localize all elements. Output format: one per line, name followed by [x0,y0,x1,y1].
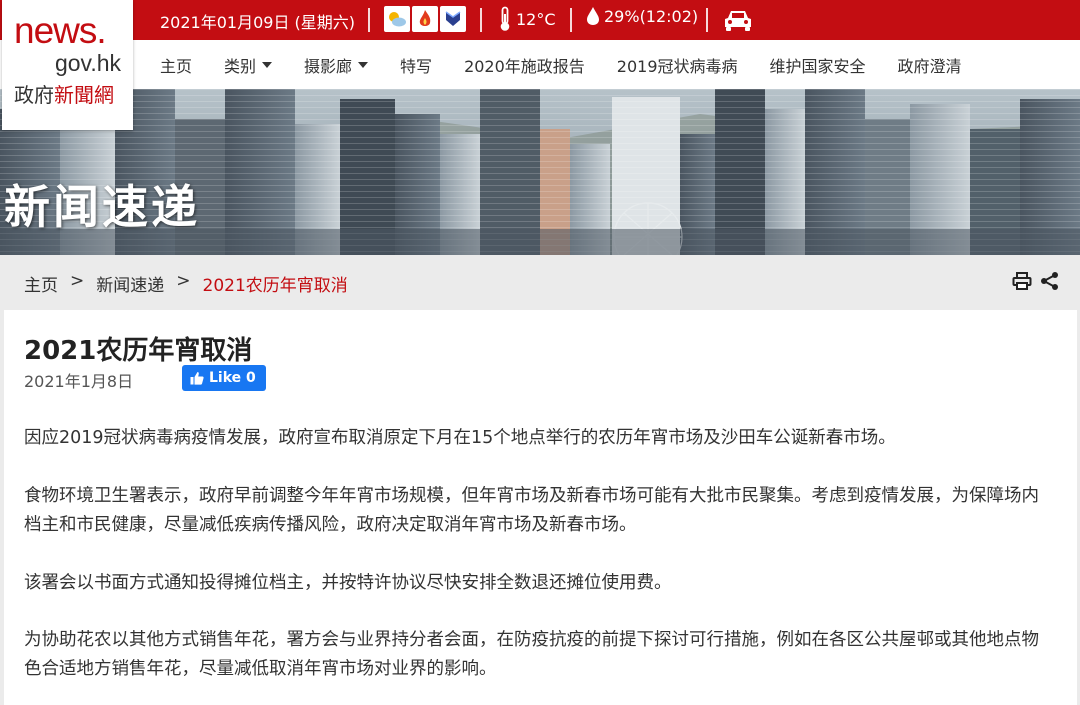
sunny-cloud-icon[interactable] [384,6,410,32]
breadcrumb-home[interactable]: 主页 [24,271,58,296]
divider [480,8,482,32]
nav-item-categories[interactable]: 类别 [224,53,273,77]
article-paragraph: 因应2019冠状病毒病疫情发展，政府宣布取消原定下月在15个地点举行的农历年宵市… [24,428,896,448]
humidity-reading[interactable]: 29%(12:02) [586,6,698,26]
nav-label: 摄影廊 [304,56,353,76]
divider [570,8,572,32]
logo-chinese: 政府新聞網 [14,82,114,108]
article-paragraph: 该署会以书面方式通知投得摊位档主，并按特许协议尽快安排全数退还摊位使用费。 [24,573,672,593]
nav-item-national-security[interactable]: 维护国家安全 [770,53,866,77]
content-area: 主页 > 新闻速递 > 2021农历年宵取消 2021农历年宵取消 2021年1… [0,255,1080,705]
breadcrumb-separator: > [176,271,191,291]
article-paragraph: 食物环境卫生署表示，政府早前调整今年年宵市场规模，但年宵市场及新春市场可能有大批… [24,486,1039,535]
water-drop-icon [587,7,599,25]
nav-label: 类别 [224,56,257,76]
divider [368,8,370,32]
nav-label: 2020年施政报告 [464,56,585,76]
temperature-reading[interactable]: 12°C [498,6,556,32]
main-navigation: 主页 类别 摄影廊 特写 2020年施政报告 2019冠状病毒病 维护国家安全 … [0,40,1080,89]
weather-warnings [384,6,466,32]
logo-chinese-a: 政府 [14,83,54,107]
breadcrumb-separator: > [70,271,85,291]
share-icon[interactable] [1040,271,1060,291]
banner-title: 新闻速递 [4,180,200,234]
nav-item-covid[interactable]: 2019冠状病毒病 [617,53,738,77]
chevron-down-icon [262,61,273,68]
monsoon-icon[interactable] [440,6,466,32]
thermometer-icon [500,6,510,31]
chevron-down-icon [358,61,369,68]
fire-danger-icon[interactable] [412,6,438,32]
divider [706,8,708,32]
breadcrumb-section[interactable]: 新闻速递 [96,271,164,296]
site-logo[interactable]: news. gov.hk 政府新聞網 [2,0,133,130]
nav-label: 政府澄清 [897,56,962,76]
breadcrumb: 主页 > 新闻速递 > 2021农历年宵取消 [24,271,348,296]
article-title: 2021农历年宵取消 [24,336,253,366]
article-tools [1012,271,1060,291]
facebook-like-button[interactable]: Like 0 [182,365,266,391]
top-info-bar: 2021年01月09日 (星期六) 12°C 29%(12:02) [0,0,1080,40]
logo-domain: gov.hk [54,50,121,76]
article-date: 2021年1月8日 [24,372,134,391]
nav-label: 2019冠状病毒病 [616,56,738,76]
current-date: 2021年01月09日 (星期六) [160,13,356,32]
humidity-value: 29%(12:02) [604,6,699,26]
car-icon[interactable] [722,8,754,36]
like-label: Like 0 [209,370,256,386]
nav-label: 主页 [160,56,193,76]
nav-item-features[interactable]: 特写 [400,53,432,77]
nav-item-clarifications[interactable]: 政府澄清 [898,53,962,77]
section-banner: 新闻速递 [0,89,1080,255]
thumbs-up-icon [190,372,204,385]
nav-item-gallery[interactable]: 摄影廊 [304,53,369,77]
nav-label: 特写 [400,56,433,76]
logo-chinese-b: 新聞網 [54,83,114,107]
temperature-value: 12°C [516,9,556,29]
print-icon[interactable] [1012,271,1032,291]
article-paragraph: 为协助花农以其他方式销售年花，署方会与业界持分者会面，在防疫抗疫的前提下探讨可行… [24,630,1039,679]
nav-item-policy-address[interactable]: 2020年施政报告 [464,53,585,77]
breadcrumb-current: 2021农历年宵取消 [202,276,348,296]
logo-news: news. [14,10,107,51]
article-body: 2021农历年宵取消 2021年1月8日 Like 0 因应2019冠状病毒病疫… [4,310,1077,705]
nav-label: 维护国家安全 [769,56,866,76]
nav-item-home[interactable]: 主页 [160,53,192,77]
